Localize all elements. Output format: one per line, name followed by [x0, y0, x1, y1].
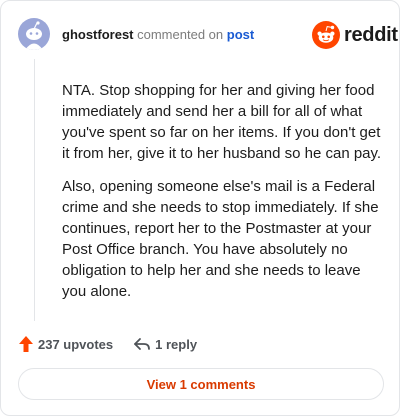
comment-card: ghostforest commented on post reddit NTA…: [0, 0, 400, 416]
thread-line[interactable]: [34, 59, 35, 321]
comment-header: ghostforest commented on post: [62, 27, 254, 43]
reddit-logo[interactable]: reddit: [312, 21, 398, 49]
view-comments-button[interactable]: View 1 comments: [18, 368, 384, 400]
snoo-avatar-icon: [25, 21, 43, 50]
username[interactable]: ghostforest: [62, 27, 134, 42]
upvote-arrow-icon: [19, 336, 33, 352]
comment-body: NTA. Stop shopping for her and giving he…: [62, 80, 382, 314]
action-text: commented on: [137, 27, 224, 42]
comment-actions: 237 upvotes 1 reply: [18, 335, 197, 353]
avatar[interactable]: [18, 18, 50, 50]
comment-paragraph: Also, opening someone else's mail is a F…: [62, 178, 379, 300]
post-link[interactable]: post: [227, 27, 254, 42]
view-comments-label: View 1 comments: [146, 376, 256, 392]
reddit-snoo-icon: [312, 21, 340, 49]
reply-button[interactable]: 1 reply: [133, 336, 197, 352]
upvote-button[interactable]: 237 upvotes: [18, 335, 113, 353]
reddit-wordmark: reddit: [344, 24, 398, 46]
reply-arrow-icon: [134, 338, 151, 350]
reply-count: 1 reply: [155, 336, 198, 352]
upvote-count: 237 upvotes: [38, 336, 114, 352]
comment-paragraph: NTA. Stop shopping for her and giving he…: [62, 82, 382, 162]
